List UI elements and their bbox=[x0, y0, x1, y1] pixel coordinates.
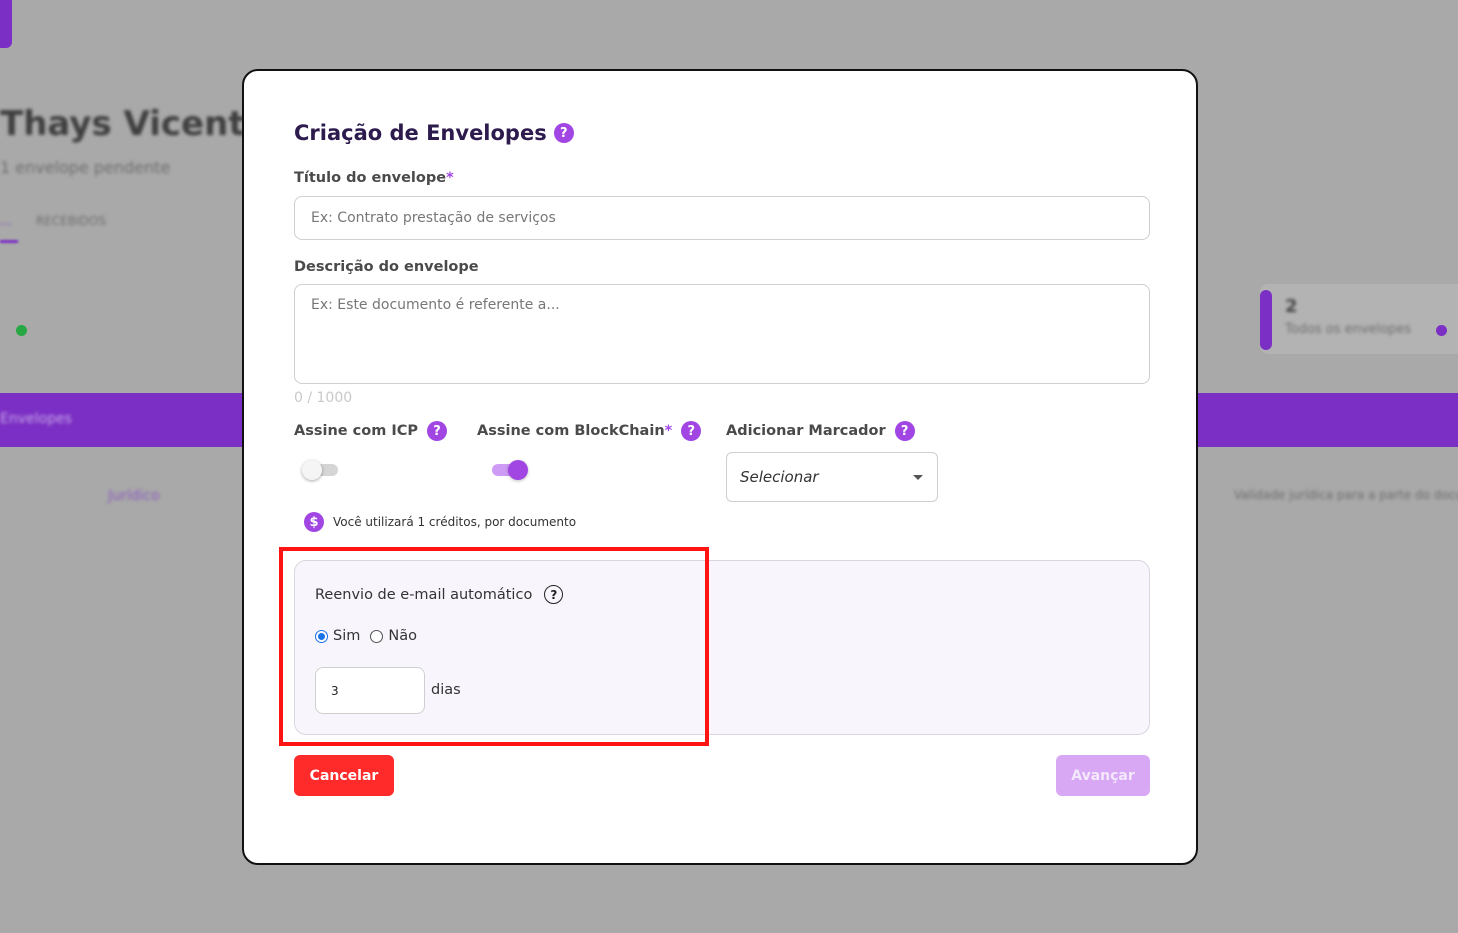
dollar-coin-icon: $ bbox=[304, 512, 324, 532]
modal-title: Criação de Envelopes bbox=[294, 121, 547, 145]
envelope-description-input[interactable] bbox=[295, 285, 1149, 383]
auto-resend-panel: Reenvio de e-mail automático ? Sim Não d… bbox=[294, 560, 1150, 735]
envelope-title-input[interactable] bbox=[295, 197, 1149, 239]
radio-yes-label[interactable]: Sim bbox=[333, 628, 360, 644]
required-mark: * bbox=[446, 170, 454, 186]
auto-resend-title-text: Reenvio de e-mail automático bbox=[315, 586, 533, 603]
radio-no[interactable] bbox=[370, 629, 384, 643]
envelope-title-field bbox=[294, 196, 1150, 240]
auto-resend-options: Sim Não bbox=[315, 628, 417, 644]
background-greeting: Thays Vicente! bbox=[0, 104, 284, 144]
background-row-left: Jurídico bbox=[108, 488, 160, 504]
background-stat-count: 2 bbox=[1285, 296, 1298, 317]
next-button[interactable]: Avançar bbox=[1056, 755, 1150, 796]
envelope-title-label: Título do envelope* bbox=[294, 170, 454, 186]
marker-select[interactable]: Selecionar bbox=[726, 452, 938, 502]
caret-down-icon bbox=[913, 474, 923, 480]
cancel-button[interactable]: Cancelar bbox=[294, 755, 394, 796]
resend-days-input[interactable] bbox=[316, 668, 424, 713]
title-help-icon[interactable]: ? bbox=[553, 123, 574, 143]
icp-label-text: Assine com ICP bbox=[294, 423, 419, 439]
envelope-description-label: Descrição do envelope bbox=[294, 259, 479, 275]
modal-header: Criação de Envelopes ? bbox=[294, 121, 574, 145]
background-stat-dot bbox=[1436, 325, 1447, 336]
background-stat-label: Todos os envelopes bbox=[1285, 322, 1412, 337]
icp-help-icon[interactable]: ? bbox=[427, 421, 448, 441]
envelope-title-label-text: Título do envelope bbox=[294, 170, 447, 186]
marker-option-label: Adicionar Marcador ? bbox=[726, 421, 915, 441]
blockchain-help-icon[interactable]: ? bbox=[681, 421, 702, 441]
auto-resend-help-icon[interactable]: ? bbox=[544, 585, 564, 604]
marker-select-value: Selecionar bbox=[740, 468, 819, 486]
blockchain-label: Assine com BlockChain bbox=[477, 423, 665, 439]
background-subtitle: 1 envelope pendente bbox=[0, 158, 171, 177]
marker-label-text: Adicionar Marcador bbox=[726, 423, 886, 439]
background-stat-card-bar bbox=[1260, 290, 1272, 350]
required-mark: * bbox=[664, 423, 673, 439]
blockchain-label-text: Assine com BlockChain* bbox=[477, 423, 672, 439]
auto-resend-title: Reenvio de e-mail automático ? bbox=[315, 585, 564, 604]
blockchain-toggle[interactable] bbox=[488, 460, 528, 480]
resend-days-unit: dias bbox=[431, 682, 461, 698]
radio-no-label[interactable]: Não bbox=[388, 628, 417, 644]
background-menu-pill bbox=[0, 0, 12, 48]
radio-yes[interactable] bbox=[315, 629, 328, 643]
icp-toggle-knob bbox=[302, 460, 322, 480]
background-band-label: Envelopes bbox=[0, 411, 72, 427]
credits-text: Você utilizará 1 créditos, por documento bbox=[333, 515, 577, 529]
background-status-dot bbox=[16, 325, 27, 336]
description-char-counter: 0 / 1000 bbox=[294, 390, 353, 406]
credits-info: $ Você utilizará 1 créditos, por documen… bbox=[304, 512, 576, 532]
background-tab-underline bbox=[0, 240, 18, 243]
background-stat-card bbox=[1260, 284, 1458, 354]
background-row-right: Validade jurídica para a parte do docume… bbox=[1234, 488, 1458, 502]
background-tab-received: RECEBIDOS bbox=[36, 214, 106, 228]
blockchain-toggle-knob bbox=[508, 460, 528, 480]
envelope-description-field bbox=[294, 284, 1150, 384]
icp-toggle[interactable] bbox=[302, 460, 342, 480]
resend-days-field bbox=[315, 667, 425, 714]
icp-option-label: Assine com ICP ? bbox=[294, 421, 448, 441]
background-tab-active: ... bbox=[0, 214, 12, 228]
marker-help-icon[interactable]: ? bbox=[894, 421, 915, 441]
create-envelope-modal: Criação de Envelopes ? Título do envelop… bbox=[242, 69, 1198, 865]
blockchain-option-label: Assine com BlockChain* ? bbox=[477, 421, 702, 441]
